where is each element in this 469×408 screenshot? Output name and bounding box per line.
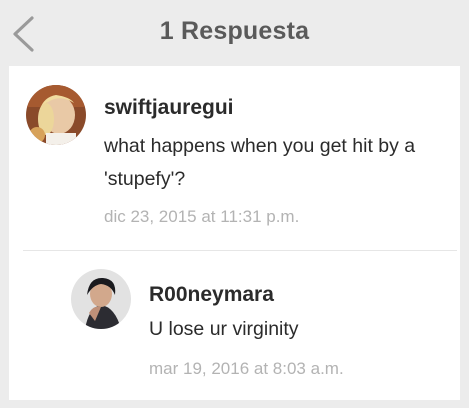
page-title: 1 Respuesta: [159, 17, 310, 45]
divider: [23, 250, 457, 251]
comment-timestamp: dic 23, 2015 at 11:31 p.m.: [104, 207, 300, 226]
avatar-r00neymara[interactable]: [71, 269, 131, 329]
comment-username[interactable]: swiftjauregui: [104, 96, 234, 120]
comment-text-line-2: 'stupefy'?: [104, 168, 186, 190]
reply-username[interactable]: R00neymara: [149, 283, 274, 307]
reply-text: U lose ur virginity: [149, 318, 299, 340]
reply-timestamp: mar 19, 2016 at 8:03 a.m.: [149, 359, 344, 378]
header-bar: 1 Respuesta: [0, 0, 469, 66]
comment-text-line-1: what happens when you get hit by a: [104, 135, 416, 157]
avatar-swiftjauregui[interactable]: [26, 85, 86, 145]
